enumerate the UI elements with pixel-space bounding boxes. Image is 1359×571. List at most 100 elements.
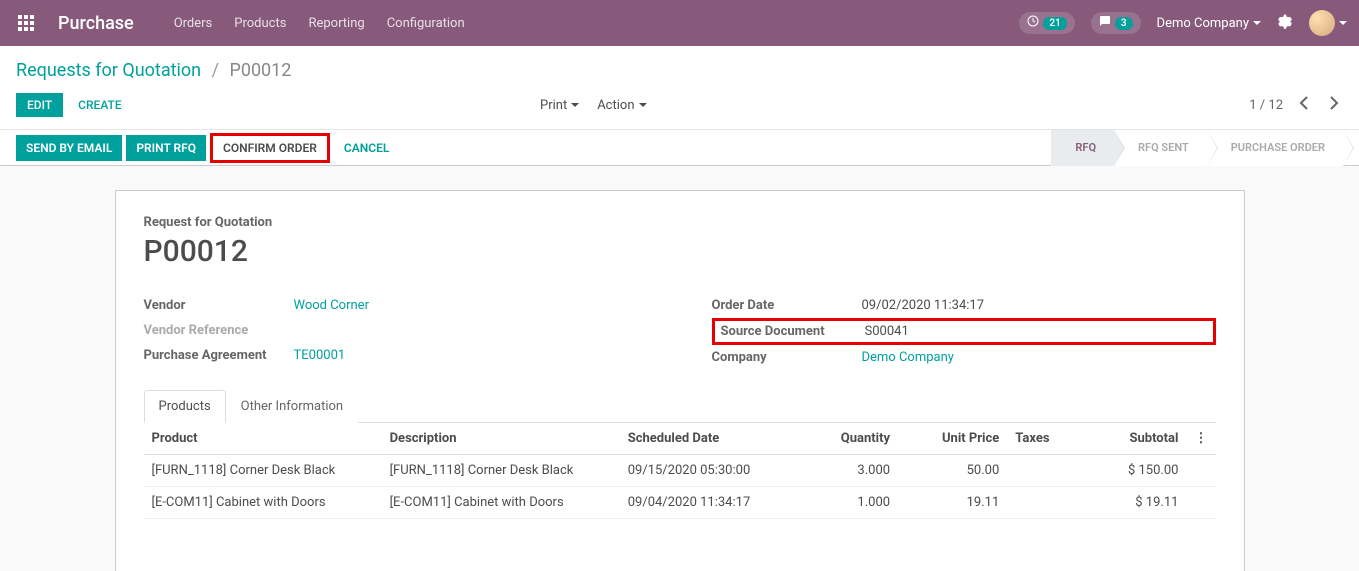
stage-rfq-sent[interactable]: RFQ SENT [1114,130,1207,166]
create-button[interactable]: CREATE [67,93,132,117]
breadcrumb: Requests for Quotation / P00012 [16,60,291,81]
field-columns: Vendor Wood Corner Vendor Reference Purc… [144,293,1216,370]
nav-link-products[interactable]: Products [234,16,286,31]
apps-icon[interactable] [12,9,40,37]
col-subtotal[interactable]: Subtotal [1077,423,1186,455]
cell-description: [E-COM11] Cabinet with Doors [382,487,620,519]
topbar: Purchase Orders Products Reporting Confi… [0,0,1359,46]
company-dropdown[interactable]: Demo Company [1157,16,1261,31]
caret-down-icon [1253,21,1261,25]
cell-subtotal: $ 150.00 [1077,455,1186,487]
toolbar-row: EDIT CREATE Print Action 1 / 12 [0,87,1359,130]
caret-down-icon [639,103,647,107]
company-name: Demo Company [1157,16,1249,31]
vendor-value[interactable]: Wood Corner [294,298,648,313]
nav-links: Orders Products Reporting Configuration [174,16,465,31]
breadcrumb-root[interactable]: Requests for Quotation [16,60,201,81]
chat-icon [1099,15,1111,31]
activity-button[interactable]: 21 [1019,12,1074,34]
purchase-agreement-value[interactable]: TE00001 [294,348,648,363]
debug-icon[interactable] [1277,13,1293,33]
col-kebab-icon[interactable]: ⋮ [1186,423,1215,455]
confirm-order-button[interactable]: CONFIRM ORDER [210,133,330,163]
status-buttons: SEND BY EMAIL PRINT RFQ CONFIRM ORDER CA… [16,130,399,165]
tabs: Products Other Information [144,390,1216,423]
breadcrumb-current: P00012 [229,60,291,81]
cell-quantity: 3.000 [789,455,898,487]
nav-link-orders[interactable]: Orders [174,16,213,31]
col-description[interactable]: Description [382,423,620,455]
table-row[interactable]: [FURN_1118] Corner Desk Black[FURN_1118]… [144,455,1216,487]
status-stages: RFQ RFQ SENT PURCHASE ORDER [1051,130,1343,165]
col-product[interactable]: Product [144,423,382,455]
cell-description: [FURN_1118] Corner Desk Black [382,455,620,487]
print-rfq-button[interactable]: PRINT RFQ [126,135,206,161]
breadcrumb-separator: / [212,60,219,81]
nav-link-reporting[interactable]: Reporting [308,16,364,31]
table-row[interactable]: [E-COM11] Cabinet with Doors[E-COM11] Ca… [144,487,1216,519]
statusbar-row: SEND BY EMAIL PRINT RFQ CONFIRM ORDER CA… [0,130,1359,166]
tab-other-information[interactable]: Other Information [226,390,358,423]
stage-purchase-order[interactable]: PURCHASE ORDER [1207,130,1343,166]
order-date-label: Order Date [712,298,862,313]
pager: 1 / 12 [1249,94,1343,116]
user-menu[interactable] [1309,10,1347,36]
breadcrumb-row: Requests for Quotation / P00012 [0,46,1359,87]
products-table: Product Description Scheduled Date Quant… [144,423,1216,519]
cell-blank [1186,487,1215,519]
col-scheduled-date[interactable]: Scheduled Date [620,423,789,455]
action-dropdown[interactable]: Action [597,98,646,113]
cell-taxes [1007,487,1077,519]
avatar [1309,10,1335,36]
record-name: P00012 [144,234,1216,269]
cancel-button[interactable]: CANCEL [334,135,399,161]
vendor-label: Vendor [144,298,294,313]
cell-scheduled-date: 09/04/2020 11:34:17 [620,487,789,519]
edit-button[interactable]: EDIT [16,93,63,117]
pager-next-icon[interactable] [1325,94,1343,116]
cell-product: [FURN_1118] Corner Desk Black [144,455,382,487]
cell-product: [E-COM11] Cabinet with Doors [144,487,382,519]
print-dropdown[interactable]: Print [540,98,579,113]
activity-count: 21 [1043,17,1066,30]
send-by-email-button[interactable]: SEND BY EMAIL [16,135,122,161]
record-type-label: Request for Quotation [144,215,1216,230]
source-document-value: S00041 [865,324,1207,339]
nav-link-configuration[interactable]: Configuration [387,16,465,31]
chat-button[interactable]: 3 [1091,12,1141,34]
clock-icon [1027,15,1039,31]
pager-prev-icon[interactable] [1295,94,1313,116]
app-title[interactable]: Purchase [58,13,134,34]
cell-blank [1186,455,1215,487]
scroll-area[interactable]: Request for Quotation P00012 Vendor Wood… [0,166,1359,571]
cell-subtotal: $ 19.11 [1077,487,1186,519]
action-label: Action [597,98,634,113]
cell-quantity: 1.000 [789,487,898,519]
vendor-ref-label: Vendor Reference [144,323,294,338]
pager-text[interactable]: 1 / 12 [1249,98,1283,113]
field-column-right: Order Date 09/02/2020 11:34:17 Source Do… [712,293,1216,370]
print-label: Print [540,98,567,113]
field-column-left: Vendor Wood Corner Vendor Reference Purc… [144,293,648,370]
cell-unit-price: 19.11 [898,487,1007,519]
cell-taxes [1007,455,1077,487]
stage-rfq[interactable]: RFQ [1051,130,1114,166]
source-document-label: Source Document [721,324,865,339]
col-quantity[interactable]: Quantity [789,423,898,455]
tab-products[interactable]: Products [144,390,226,423]
col-unit-price[interactable]: Unit Price [898,423,1007,455]
cell-unit-price: 50.00 [898,455,1007,487]
print-action-group: Print Action [540,98,647,113]
order-date-value: 09/02/2020 11:34:17 [862,298,1216,313]
form-sheet: Request for Quotation P00012 Vendor Wood… [115,190,1245,571]
chat-count: 3 [1115,17,1133,30]
col-taxes[interactable]: Taxes [1007,423,1077,455]
caret-down-icon [571,103,579,107]
company-value[interactable]: Demo Company [862,350,1216,365]
cell-scheduled-date: 09/15/2020 05:30:00 [620,455,789,487]
caret-down-icon [1339,21,1347,25]
purchase-agreement-label: Purchase Agreement [144,348,294,363]
source-document-highlight: Source Document S00041 [712,318,1216,345]
topbar-right: 21 3 Demo Company [1019,10,1347,36]
company-label: Company [712,350,862,365]
